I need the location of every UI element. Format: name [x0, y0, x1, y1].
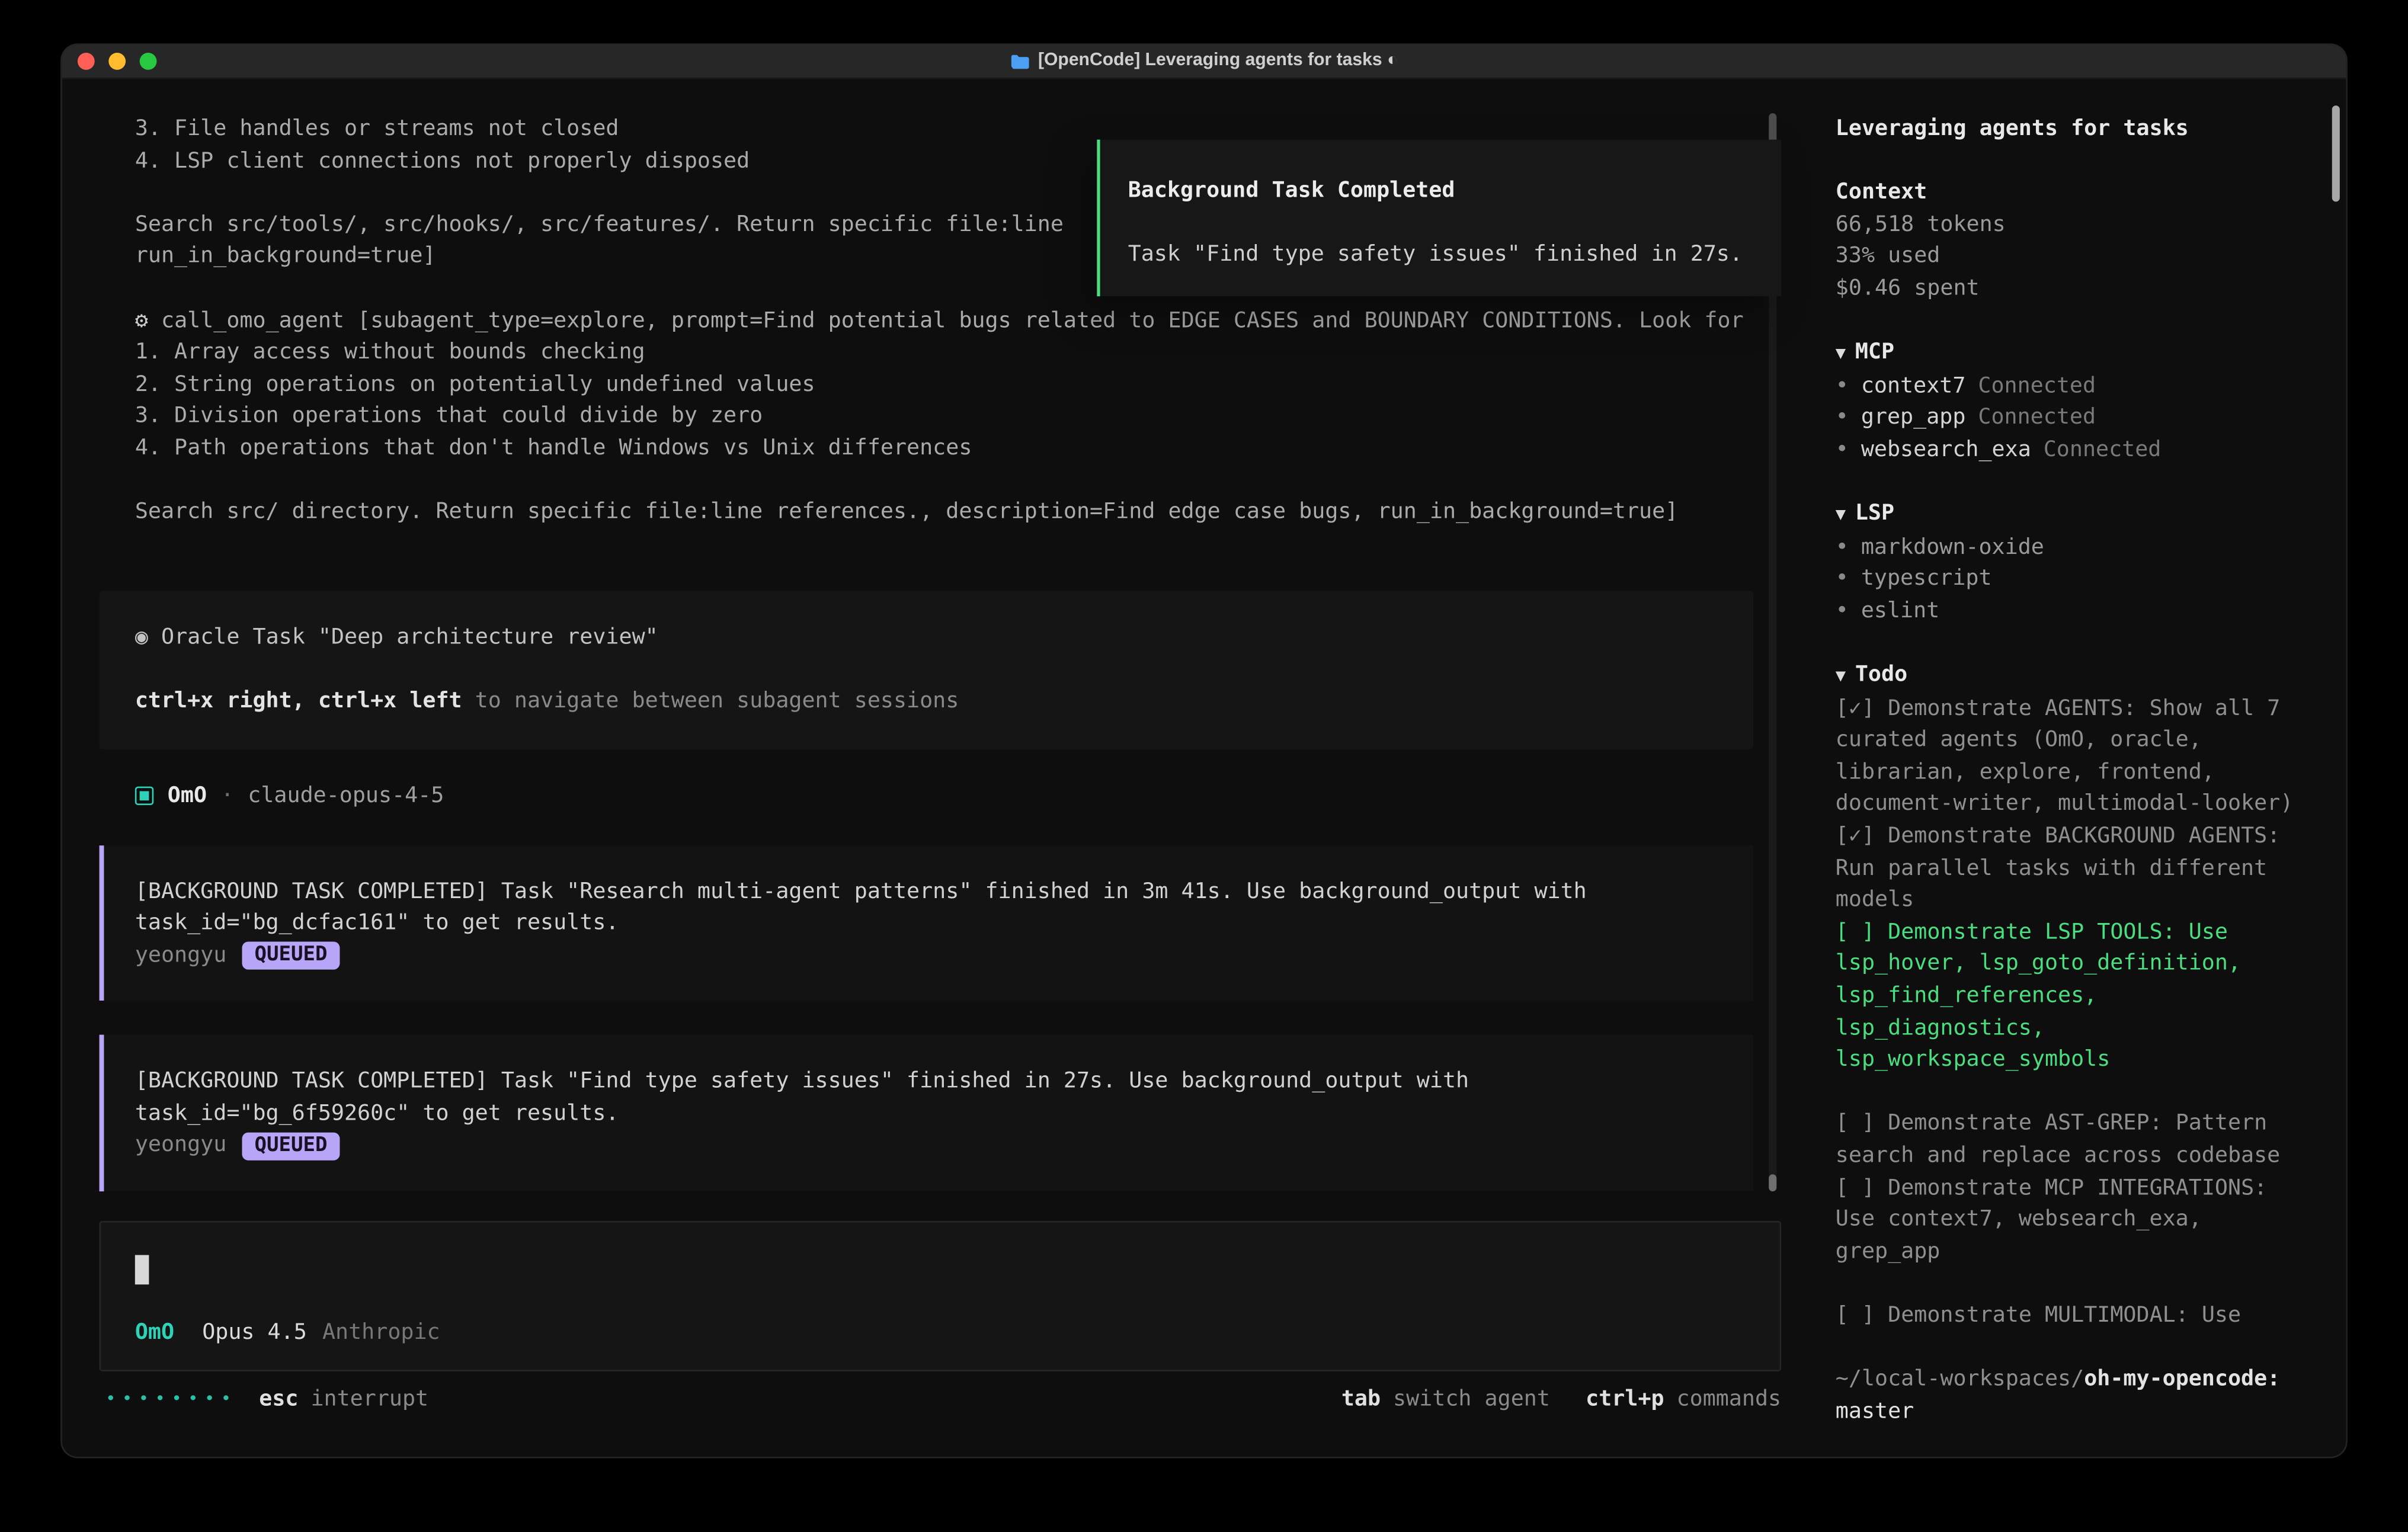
session-title: Leveraging agents for tasks — [1836, 113, 2314, 145]
text-cursor — [135, 1255, 149, 1285]
input-meta: OmO Opus 4.5 Anthropic — [135, 1318, 1749, 1350]
checkbox-empty-icon: [ ] — [1836, 1111, 1875, 1136]
conversation-pane[interactable]: 3. File handles or streams not closed 4.… — [62, 79, 1811, 1457]
lsp-item: •markdown-oxide — [1836, 531, 2314, 563]
tab-key-label: switch agent — [1393, 1384, 1550, 1416]
screen: [OpenCode] Leveraging agents for tasks ◐… — [0, 0, 2408, 1532]
scrollback-line: 3. Division operations that could divide… — [100, 400, 1811, 432]
zoom-button[interactable] — [140, 53, 157, 70]
todo-item-active: [ ] Demonstrate LSP TOOLS: Use lsp_hover… — [1836, 916, 2314, 1076]
message-block: [BACKGROUND TASK COMPLETED] Task "Resear… — [100, 845, 1753, 1001]
todo-item-done: [✓] Demonstrate AGENTS: Show all 7 curat… — [1836, 693, 2314, 821]
sidebar-scrollbar[interactable] — [2332, 105, 2340, 201]
window-title: [OpenCode] Leveraging agents for tasks ◐ — [62, 45, 2346, 77]
esc-key-hint: esc — [259, 1384, 298, 1416]
chevron-down-icon: ▼ — [1836, 343, 1846, 363]
input-model-name: Opus 4.5 — [202, 1318, 307, 1350]
message-text: [BACKGROUND TASK COMPLETED] Task "Find t… — [135, 1066, 1722, 1098]
message-text: task_id="bg_dcfac161" to get results. — [135, 908, 1722, 940]
chevron-down-icon: ▼ — [1836, 504, 1846, 524]
oracle-task-title: ◉ Oracle Task "Deep architecture review" — [135, 621, 1753, 653]
mcp-item: •websearch_exaConnected — [1836, 434, 2314, 466]
scrollback-line: 2. String operations on potentially unde… — [100, 369, 1811, 401]
todo-section-heading[interactable]: ▼Todo — [1836, 659, 2314, 693]
workspace-branch: master — [1836, 1396, 2314, 1428]
checkbox-checked-icon: [✓] — [1836, 696, 1875, 721]
todo-item-pending: [ ] Demonstrate MULTIMODAL: Use — [1836, 1300, 2314, 1332]
context-spent: $0.46 spent — [1836, 273, 2314, 305]
gear-icon: ⚙ — [135, 308, 148, 333]
ctrlp-key-label: commands — [1677, 1384, 1782, 1416]
mcp-section-heading[interactable]: ▼MCP — [1836, 337, 2314, 371]
context-used: 33% used — [1836, 241, 2314, 273]
scrollback-line: 1. Array access without bounds checking — [100, 337, 1811, 369]
session-sidebar: Leveraging agents for tasks Context 66,5… — [1811, 79, 2346, 1457]
terminal-window: [OpenCode] Leveraging agents for tasks ◐… — [62, 45, 2346, 1457]
mcp-item: •context7Connected — [1836, 370, 2314, 402]
separator-dot: · — [221, 780, 234, 812]
shortcut-keys: ctrl+x right, ctrl+x left — [135, 688, 462, 713]
context-heading: Context — [1836, 177, 2314, 209]
agent-model: claude-opus-4-5 — [248, 780, 444, 812]
context-tokens: 66,518 tokens — [1836, 209, 2314, 241]
toast-body: Task "Find type safety issues" finished … — [1128, 239, 1781, 271]
lsp-section-heading[interactable]: ▼LSP — [1836, 498, 2314, 532]
workspace-path: ~/local-workspaces/oh-my-opencode: — [1836, 1364, 2314, 1396]
status-bar: •••••••• esc interrupt tab switch agent … — [100, 1384, 1782, 1416]
toast-title: Background Task Completed — [1128, 175, 1781, 207]
checkbox-empty-icon: [ ] — [1836, 919, 1875, 944]
message-text: [BACKGROUND TASK COMPLETED] Task "Resear… — [135, 876, 1722, 908]
tool-call-text: call_omo_agent [subagent_type=explore, p… — [161, 308, 1744, 333]
input-provider-name: Anthropic — [322, 1318, 440, 1350]
input-agent-name: OmO — [135, 1318, 174, 1350]
checkbox-checked-icon: [✓] — [1836, 824, 1875, 849]
message-author: yeongyu — [135, 940, 227, 972]
oracle-hint: ctrl+x right, ctrl+x left to navigate be… — [135, 685, 1753, 717]
agent-name: OmO — [168, 780, 207, 812]
status-badge: QUEUED — [242, 941, 340, 969]
folder-icon — [1010, 53, 1030, 70]
message-author: yeongyu — [135, 1130, 227, 1162]
scrollbar-thumb[interactable] — [1769, 1174, 1776, 1191]
traffic-lights — [62, 53, 157, 70]
bullet-icon: • — [1836, 437, 1849, 462]
todo-item-pending: [ ] Demonstrate AST-GREP: Pattern search… — [1836, 1108, 2314, 1172]
esc-key-label: interrupt — [310, 1384, 428, 1416]
status-badge: QUEUED — [242, 1132, 340, 1160]
titlebar[interactable]: [OpenCode] Leveraging agents for tasks ◐ — [62, 45, 2346, 79]
scrollback-line: Search src/ directory. Return specific f… — [100, 496, 1811, 528]
oracle-task-panel: ◉ Oracle Task "Deep architecture review"… — [100, 591, 1753, 749]
close-button[interactable] — [78, 53, 95, 70]
checkbox-empty-icon: [ ] — [1836, 1303, 1875, 1328]
tool-call-line: ⚙ call_omo_agent [subagent_type=explore,… — [100, 305, 1811, 337]
bullet-icon: • — [1836, 567, 1849, 592]
bullet-icon: • — [1836, 373, 1849, 398]
mcp-item: •grep_appConnected — [1836, 402, 2314, 434]
spinner-dots: •••••••• — [105, 1384, 238, 1416]
ctrlp-key-hint: ctrl+p — [1586, 1384, 1664, 1416]
background-task-toast: Background Task Completed Task "Find typ… — [1097, 140, 1781, 296]
fisheye-icon: ◉ — [135, 625, 148, 650]
checkbox-empty-icon: [ ] — [1836, 1175, 1875, 1200]
message-block: [BACKGROUND TASK COMPLETED] Task "Find t… — [100, 1035, 1753, 1191]
todo-item-pending: [ ] Demonstrate MCP INTEGRATIONS: Use co… — [1836, 1172, 2314, 1268]
agent-square-icon — [135, 787, 153, 805]
prompt-input[interactable]: OmO Opus 4.5 Anthropic — [100, 1221, 1782, 1371]
lsp-item: •typescript — [1836, 563, 2314, 595]
message-text: task_id="bg_6f59260c" to get results. — [135, 1098, 1722, 1130]
chevron-down-icon: ▼ — [1836, 666, 1846, 686]
bullet-icon: • — [1836, 535, 1849, 560]
agent-header: OmO · claude-opus-4-5 — [100, 780, 1811, 812]
bullet-icon: • — [1836, 405, 1849, 430]
todo-item-done: [✓] Demonstrate BACKGROUND AGENTS: Run p… — [1836, 821, 2314, 916]
scrollback-line: 4. Path operations that don't handle Win… — [100, 432, 1811, 464]
bullet-icon: • — [1836, 599, 1849, 624]
minimize-button[interactable] — [108, 53, 126, 70]
hint-text: to navigate between subagent sessions — [462, 688, 959, 713]
tab-key-hint: tab — [1341, 1384, 1381, 1416]
lsp-item: •eslint — [1836, 595, 2314, 627]
window-title-text: [OpenCode] Leveraging agents for tasks ◐ — [1038, 45, 1398, 77]
